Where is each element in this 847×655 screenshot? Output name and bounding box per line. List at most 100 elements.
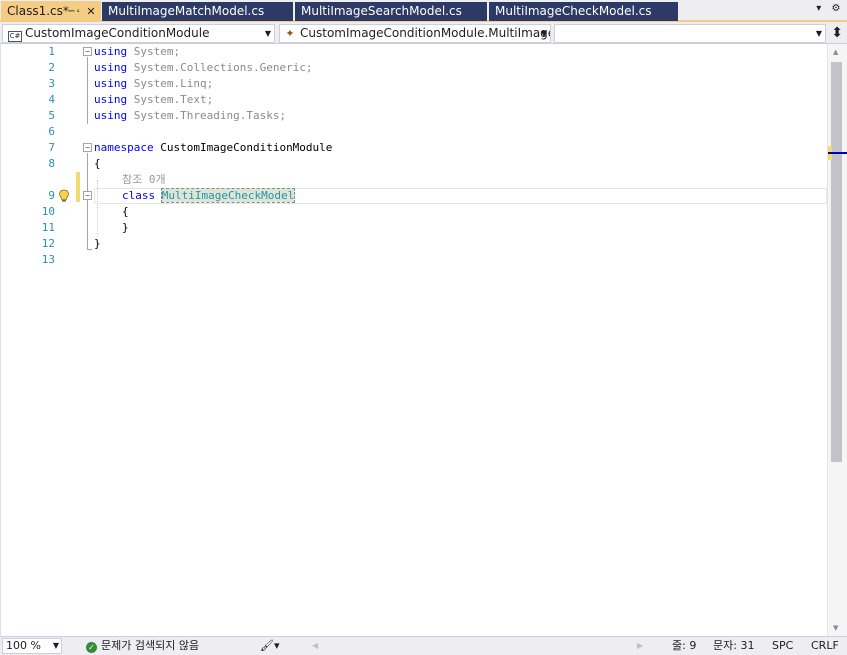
project-dropdown-value: CustomImageConditionModule: [25, 26, 210, 40]
type-dropdown-value: CustomImageConditionModule.MultiImageC: [300, 26, 551, 40]
document-tab-strip: Class1.cs* −˔ ✕ MultiImageMatchModel.cs …: [0, 0, 847, 22]
namespace-ref: System.Linq;: [133, 77, 214, 90]
tab-label: MultiImageMatchModel.cs: [108, 4, 265, 18]
namespace-ref: System;: [133, 45, 181, 58]
tab-multiimagecheckmodel[interactable]: MultiImageCheckModel.cs: [489, 2, 678, 21]
line-code: using System.Threading.Tasks;: [94, 108, 286, 124]
line-code: using System.Text;: [94, 92, 213, 108]
line-number: 1: [48, 45, 55, 58]
tab-label: Class1.cs*: [7, 4, 69, 18]
line-number: 3: [48, 77, 55, 90]
line-number: 5: [48, 109, 55, 122]
zoom-value: 100 %: [6, 639, 41, 652]
code-line: 12 }: [1, 236, 828, 252]
scroll-down-icon[interactable]: ▼: [833, 624, 838, 632]
code-line: 3 using System.Linq;: [1, 76, 828, 92]
line-number: 2: [48, 61, 55, 74]
keyword: namespace: [94, 141, 154, 154]
line-code: }: [94, 237, 101, 250]
code-line: 8 {: [1, 156, 828, 172]
line-number: 11: [41, 221, 55, 234]
check-circle-icon: ✓: [86, 642, 97, 653]
line-number: 6: [48, 125, 55, 138]
chevron-down-icon: ▼: [264, 29, 271, 38]
chevron-down-icon: ▼: [815, 29, 822, 38]
code-cleanup-button[interactable]: 🖌▾: [260, 637, 280, 654]
gear-icon[interactable]: ⚙: [829, 3, 843, 14]
project-dropdown[interactable]: C# CustomImageConditionModule ▼: [2, 24, 275, 43]
line-number: 4: [48, 93, 55, 106]
code-line: 6: [1, 124, 828, 140]
line-code: using System.Linq;: [94, 76, 213, 92]
line-ending-indicator[interactable]: CRLF: [811, 637, 839, 654]
code-line: 7 − namespace CustomImageConditionModule: [1, 140, 828, 156]
chevron-down-icon: ▼: [52, 641, 59, 650]
line-number: 9: [48, 189, 55, 202]
csharp-project-icon: C#: [8, 31, 22, 42]
class-icon: ✦: [285, 27, 295, 40]
namespace-ref: System.Text;: [133, 93, 214, 106]
namespace-name: CustomImageConditionModule: [160, 141, 333, 154]
line-number: 7: [48, 141, 55, 154]
code-editor[interactable]: 1 − using System; 2 using System.Collect…: [0, 44, 827, 636]
tab-class1[interactable]: Class1.cs* −˔ ✕: [1, 1, 101, 22]
line-code: {: [94, 157, 101, 170]
collapse-icon[interactable]: −: [83, 143, 92, 152]
collapse-icon[interactable]: −: [83, 191, 92, 200]
column-indicator[interactable]: 문자: 31: [713, 637, 754, 654]
class-name[interactable]: MultiImageCheckModel: [160, 188, 296, 203]
issues-indicator[interactable]: ✓ 문제가 검색되지 않음: [86, 637, 199, 654]
lightbulb-icon[interactable]: [58, 189, 70, 203]
line-code: using System.Collections.Generic;: [94, 60, 313, 76]
keyword: using: [94, 45, 128, 58]
keyword: using: [94, 93, 128, 106]
tab-label: MultiImageSearchModel.cs: [301, 4, 462, 18]
tab-label: MultiImageCheckModel.cs: [495, 4, 652, 18]
editor-status-bar: 100 % ▼ ✓ 문제가 검색되지 않음 🖌▾ ◀ ▶ 줄: 9 문자: 31 …: [0, 636, 847, 655]
scrollbar-thumb[interactable]: [831, 62, 842, 462]
namespace-ref: System.Threading.Tasks;: [133, 109, 287, 122]
close-icon[interactable]: ✕: [84, 1, 98, 22]
caret-position-marker: [828, 152, 847, 154]
code-line: 2 using System.Collections.Generic;: [1, 60, 828, 76]
code-line: 11 }: [1, 220, 828, 236]
collapse-icon[interactable]: −: [83, 47, 92, 56]
line-code: class MultiImageCheckModel: [122, 188, 296, 204]
line-code: }: [122, 221, 129, 234]
tab-controls: ▾ ⚙: [812, 3, 843, 19]
codelens-line: 참조 0개: [1, 172, 828, 188]
type-dropdown[interactable]: ✦ CustomImageConditionModule.MultiImageC …: [279, 24, 551, 43]
line-code: {: [122, 205, 129, 218]
keyword: using: [94, 77, 128, 90]
keyword: class: [122, 189, 156, 202]
line-number: 10: [41, 205, 55, 218]
scroll-left-icon[interactable]: ◀: [312, 637, 318, 654]
member-dropdown[interactable]: ▼: [554, 24, 826, 43]
line-code: namespace CustomImageConditionModule: [94, 140, 332, 156]
scroll-right-icon[interactable]: ▶: [637, 637, 643, 654]
line-number: 12: [41, 237, 55, 250]
chevron-down-icon[interactable]: ▾: [812, 3, 826, 14]
whitespace-indicator[interactable]: SPC: [772, 637, 793, 654]
vertical-scrollbar[interactable]: ▲ ▼: [827, 44, 847, 636]
namespace-ref: System.Collections.Generic;: [133, 61, 313, 74]
line-number: 13: [41, 253, 55, 266]
code-line: 1 − using System;: [1, 44, 828, 60]
tab-multiimagematchmodel[interactable]: MultiImageMatchModel.cs: [102, 2, 293, 21]
code-line: 9 − class MultiImageCheckModel: [1, 188, 828, 204]
tab-multiimagesearchmodel[interactable]: MultiImageSearchModel.cs: [295, 2, 487, 21]
line-number: 8: [48, 157, 55, 170]
pin-icon[interactable]: −˔: [67, 1, 81, 22]
navigation-bar: C# CustomImageConditionModule ▼ ✦ CustomIm…: [0, 22, 847, 44]
chevron-down-icon: ▾: [273, 639, 280, 652]
issues-text: 문제가 검색되지 않음: [101, 639, 200, 652]
line-indicator[interactable]: 줄: 9: [672, 637, 696, 654]
line-code: using System;: [94, 44, 180, 60]
code-line: 4 using System.Text;: [1, 92, 828, 108]
split-window-icon[interactable]: ⬍: [831, 25, 843, 41]
code-line: 5 using System.Threading.Tasks;: [1, 108, 828, 124]
codelens-references[interactable]: 참조 0개: [122, 172, 166, 188]
scroll-up-icon[interactable]: ▲: [833, 48, 838, 56]
brush-icon: 🖌: [260, 639, 274, 652]
zoom-dropdown[interactable]: 100 % ▼: [2, 638, 62, 654]
